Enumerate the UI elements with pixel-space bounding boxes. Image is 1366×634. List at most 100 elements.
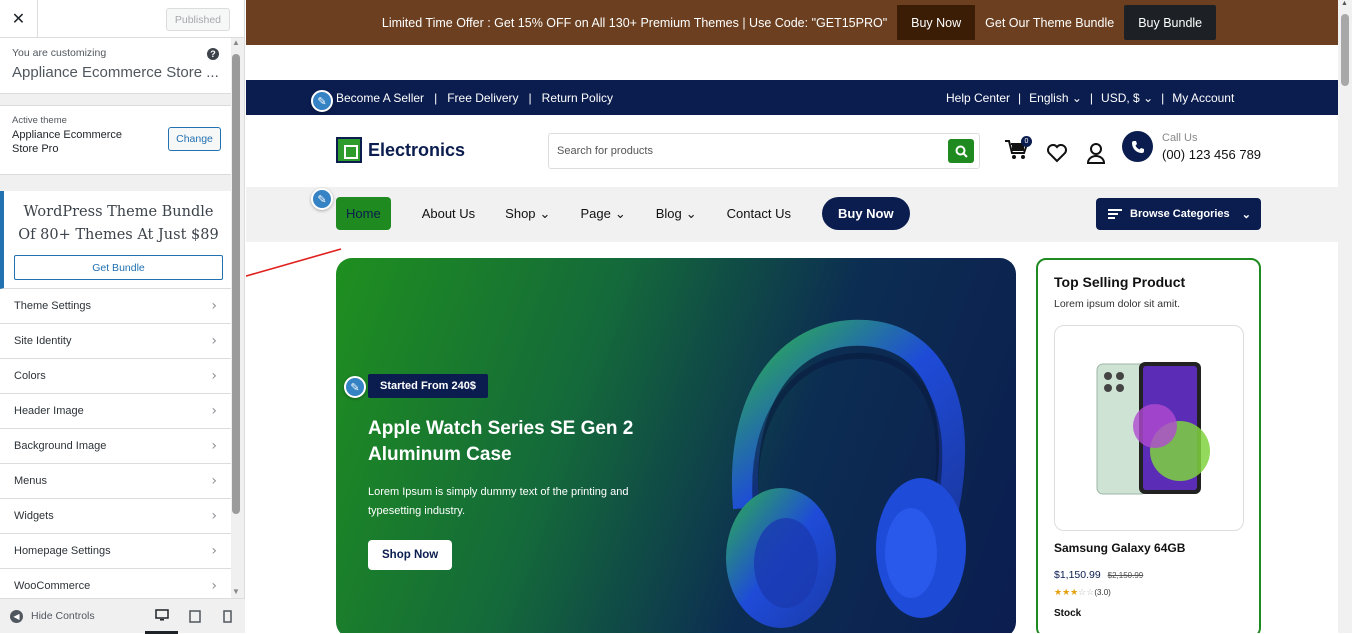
nav-page[interactable]: Page ⌄ [565, 197, 640, 230]
divider: | [1018, 90, 1022, 105]
nav-about[interactable]: About Us [407, 197, 490, 230]
nav-contact[interactable]: Contact Us [712, 197, 806, 230]
hero-banner: Started From 240$ Apple Watch Series SE … [336, 258, 1016, 633]
site-logo[interactable]: Electronics [336, 137, 465, 163]
scrollbar-thumb[interactable] [232, 54, 240, 514]
star-empty-icon: ☆☆ [1078, 587, 1095, 597]
sidebar-item-label: Site Identity [14, 335, 72, 347]
shop-now-button[interactable]: Shop Now [368, 540, 453, 570]
chevron-right-icon: › [211, 403, 217, 419]
topnav-help-center[interactable]: Help Center [946, 91, 1010, 105]
customizer-sidebar: ✕ Published You are customizing Applianc… [0, 0, 245, 634]
sidebar-item-theme-settings[interactable]: Theme Settings › [0, 289, 231, 324]
buy-bundle-button[interactable]: Buy Bundle [1124, 5, 1217, 40]
sidebar-item-label: Background Image [14, 440, 107, 452]
currency-select[interactable]: USD, $ ⌄ [1101, 91, 1153, 105]
scrollbar-thumb[interactable] [1341, 14, 1349, 86]
sidebar-item-homepage-settings[interactable]: Homepage Settings › [0, 534, 231, 569]
close-icon[interactable]: ✕ [0, 0, 38, 37]
browse-categories-button[interactable]: Browse Categories ⌄ [1096, 198, 1261, 230]
heart-icon[interactable] [1046, 143, 1068, 163]
mobile-preview-button[interactable] [211, 599, 244, 634]
product-name[interactable]: Samsung Galaxy 64GB [1054, 541, 1243, 555]
product-old-price: $2,150.99 [1107, 571, 1144, 580]
main-navigation: Home About Us Shop ⌄ Page ⌄ Blog ⌄ Contact … [246, 187, 1352, 242]
page-scrollbar[interactable]: ▲ [1338, 0, 1352, 633]
sidebar-scrollbar[interactable]: ▲ ▼ [231, 38, 241, 598]
promo-bar: Limited Time Offer : Get 15% OFF on All … [246, 0, 1352, 45]
edit-shortcut-icon[interactable]: ✎ [311, 90, 333, 112]
stock-label: Stock [1054, 608, 1082, 619]
store-name: Appliance Ecommerce Store ... [12, 64, 219, 81]
scroll-up-icon[interactable]: ▲ [1341, 0, 1348, 7]
promo-buy-now-button[interactable]: Buy Now [897, 5, 976, 40]
sidebar-item-woocommerce[interactable]: WooCommerce › [0, 569, 231, 598]
user-icon[interactable] [1086, 142, 1106, 164]
customizer-header: ✕ Published [0, 0, 244, 38]
promo-bundle-text: Get Our Theme Bundle [985, 15, 1115, 30]
divider: | [1089, 90, 1094, 105]
search-button[interactable] [948, 139, 974, 163]
search-input[interactable]: Search for products [548, 133, 980, 169]
sidebar-item-label: WooCommerce [14, 580, 91, 592]
chevron-down-icon: ⌄ [539, 205, 551, 221]
top-navigation: Become A Seller | Free Delivery | Return… [246, 80, 1352, 115]
bundle-promo: WordPress Theme Bundle Of 80+ Themes At … [0, 191, 231, 289]
sidebar-item-background-image[interactable]: Background Image › [0, 429, 231, 464]
nav-buy-now-button[interactable]: Buy Now [821, 197, 910, 230]
rating-stars: ★★★☆☆(3.0) [1054, 587, 1243, 598]
language-select[interactable]: English ⌄ [1029, 91, 1082, 105]
sidebar-item-widgets[interactable]: Widgets › [0, 499, 231, 534]
phone-icon [1122, 131, 1153, 162]
nav-shop[interactable]: Shop ⌄ [490, 197, 565, 230]
menu-icon [1108, 209, 1122, 219]
hide-controls-label: Hide Controls [31, 610, 95, 622]
sidebar-item-site-identity[interactable]: Site Identity › [0, 324, 231, 359]
tablet-preview-button[interactable] [178, 599, 211, 634]
divider: | [528, 90, 532, 105]
sidebar-item-header-image[interactable]: Header Image › [0, 394, 231, 429]
chevron-right-icon: › [211, 543, 217, 559]
hero-description: Lorem Ipsum is simply dummy text of the … [368, 486, 629, 517]
nav-home[interactable]: Home [336, 197, 391, 230]
sidebar-item-menus[interactable]: Menus › [0, 464, 231, 499]
annotation-arrow [246, 248, 342, 277]
nav-blog-label: Blog [655, 206, 682, 221]
collapse-icon: ◀ [10, 609, 23, 623]
topnav-link-seller[interactable]: Become A Seller [336, 91, 424, 105]
sidebar-item-colors[interactable]: Colors › [0, 359, 231, 394]
phone-product-image [1096, 362, 1210, 495]
customizer-panel: You are customizing Appliance Ecommerce … [0, 38, 231, 598]
divider: | [434, 90, 438, 105]
chevron-right-icon: › [211, 333, 217, 349]
desktop-preview-button[interactable] [145, 599, 178, 634]
header-icons: 0 [1004, 136, 1106, 166]
get-bundle-button[interactable]: Get Bundle [14, 255, 223, 280]
product-image[interactable] [1054, 325, 1244, 531]
scroll-down-icon[interactable]: ▼ [231, 587, 241, 596]
top-selling-card: Top Selling Product Lorem ipsum dolor si… [1036, 258, 1261, 633]
help-icon[interactable]: ? [207, 48, 219, 60]
nav-page-label: Page [580, 206, 611, 221]
change-theme-button[interactable]: Change [168, 127, 221, 151]
nav-blog[interactable]: Blog ⌄ [641, 197, 712, 230]
topnav-link-return[interactable]: Return Policy [542, 91, 613, 105]
theme-name: Appliance Ecommerce Store Pro [12, 129, 123, 155]
cart-button[interactable]: 0 [1004, 136, 1032, 166]
promo-text: Limited Time Offer : Get 15% OFF on All … [381, 15, 888, 30]
product-price-row: $1,150.99 $2,150.99 [1054, 569, 1243, 581]
topnav-link-delivery[interactable]: Free Delivery [447, 91, 518, 105]
side-subtitle: Lorem ipsum dolor sit amit. [1054, 298, 1181, 310]
product-price: $1,150.99 [1054, 569, 1101, 581]
scroll-up-icon[interactable]: ▲ [231, 38, 241, 47]
language-value: English [1029, 90, 1069, 105]
logo-text: Electronics [368, 139, 466, 160]
chevron-down-icon: ⌄ [1143, 90, 1154, 105]
published-button[interactable]: Published [165, 8, 230, 31]
hide-controls-button[interactable]: ◀ Hide Controls [0, 609, 145, 623]
my-account-link[interactable]: My Account [1172, 91, 1234, 105]
edit-shortcut-icon[interactable]: ✎ [311, 188, 333, 210]
edit-shortcut-icon[interactable]: ✎ [344, 376, 366, 398]
bundle-text: WordPress Theme Bundle Of 80+ Themes At … [18, 204, 219, 243]
site-header: Electronics Search for products 0 Call U… [246, 115, 1352, 187]
